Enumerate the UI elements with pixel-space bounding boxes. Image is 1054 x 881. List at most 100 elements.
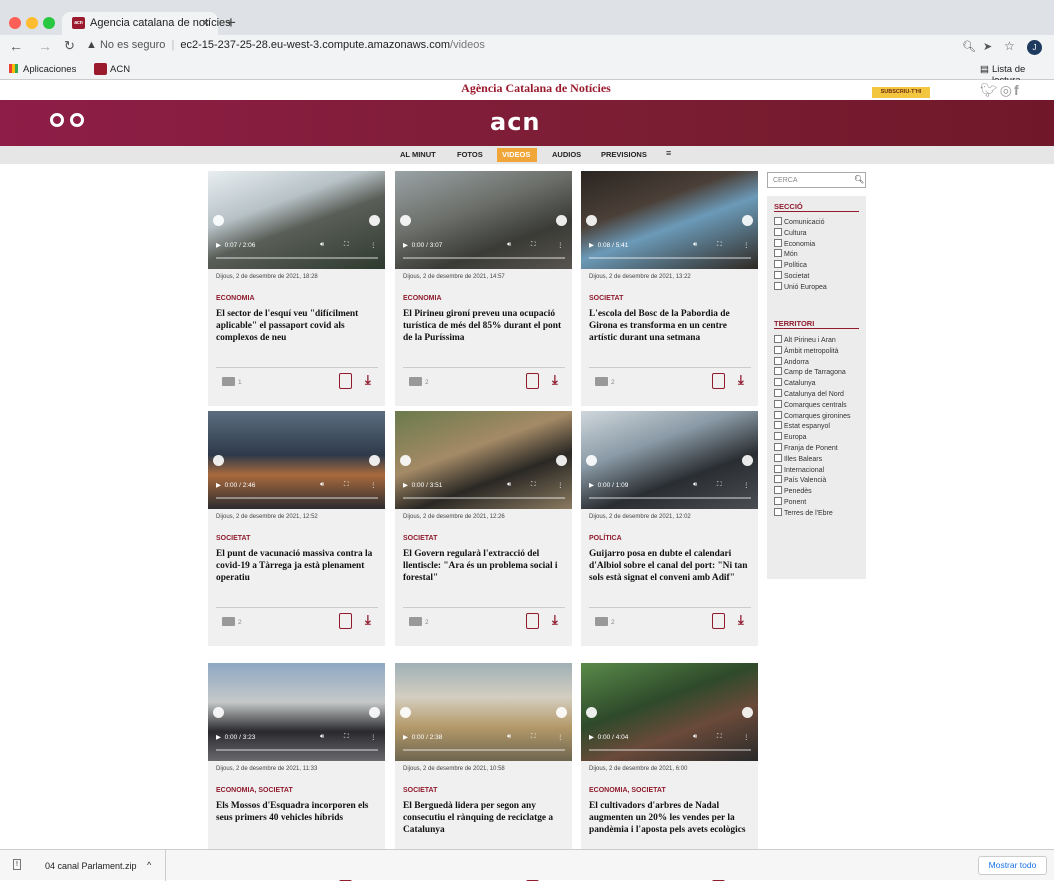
video-progress[interactable] bbox=[589, 257, 751, 259]
video-card[interactable]: ▶ 0:00 / 1:09 🔊︎ ⛶ ⋮ Dijous, 2 de desemb… bbox=[581, 411, 758, 646]
video-progress[interactable] bbox=[216, 497, 378, 499]
send-icon[interactable]: ➤ bbox=[983, 40, 992, 53]
filter-checkbox[interactable]: Ponent bbox=[774, 497, 806, 506]
fullscreen-icon[interactable]: ⛶ bbox=[531, 733, 536, 741]
card-title[interactable]: El sector de l'esquí veu "difícilment ap… bbox=[216, 308, 378, 344]
video-controls[interactable]: ▶ 0:08 / 5:41 bbox=[589, 241, 628, 249]
card-section[interactable]: SOCIETAT bbox=[216, 535, 250, 542]
close-window-dot[interactable] bbox=[9, 17, 21, 29]
download-icon[interactable]: ⤓ bbox=[738, 372, 744, 388]
card-title[interactable]: Els Mossos d'Esquadra incorporen els seu… bbox=[216, 800, 378, 824]
more-options-icon[interactable]: ⋮ bbox=[743, 733, 750, 741]
video-controls[interactable]: ▶ 0:00 / 1:09 bbox=[589, 481, 628, 489]
card-section[interactable]: ECONOMIA, SOCIETAT bbox=[589, 787, 666, 794]
video-thumbnail[interactable]: ▶ 0:00 / 1:09 🔊︎ ⛶ ⋮ bbox=[581, 411, 758, 509]
fullscreen-icon[interactable]: ⛶ bbox=[531, 241, 536, 249]
menu-al-minut[interactable]: AL MINUT bbox=[400, 150, 436, 159]
fullscreen-icon[interactable]: ⛶ bbox=[717, 241, 722, 249]
menu-audios[interactable]: AUDIOS bbox=[552, 150, 581, 159]
filter-checkbox[interactable]: Internacional bbox=[774, 465, 824, 474]
more-options-icon[interactable]: ⋮ bbox=[370, 241, 377, 249]
filter-checkbox[interactable]: Illes Balears bbox=[774, 454, 822, 463]
video-controls[interactable]: ▶ 0:00 / 4:04 bbox=[589, 733, 628, 741]
filter-checkbox[interactable]: Societat bbox=[774, 271, 809, 280]
video-card[interactable]: ▶ 0:00 / 2:46 🔊︎ ⛶ ⋮ Dijous, 2 de desemb… bbox=[208, 411, 385, 646]
fullscreen-icon[interactable]: ⛶ bbox=[344, 241, 349, 249]
carousel-next-icon[interactable] bbox=[369, 215, 380, 226]
card-section[interactable]: ECONOMIA, SOCIETAT bbox=[216, 787, 293, 794]
filter-checkbox[interactable]: Andorra bbox=[774, 357, 809, 366]
carousel-next-icon[interactable] bbox=[742, 215, 753, 226]
filter-checkbox[interactable]: Comarques centrals bbox=[774, 400, 847, 409]
video-card[interactable]: ▶ 0:00 / 3:51 🔊︎ ⛶ ⋮ Dijous, 2 de desemb… bbox=[395, 411, 572, 646]
browser-tab[interactable]: acn Agencia catalana de notícies × bbox=[62, 12, 231, 35]
forward-arrow-icon[interactable]: → bbox=[38, 38, 52, 54]
volume-icon[interactable]: 🔊︎ bbox=[693, 481, 697, 489]
more-options-icon[interactable]: ⋮ bbox=[743, 481, 750, 489]
video-thumbnail[interactable]: ▶ 0:00 / 4:04 🔊︎ ⛶ ⋮ bbox=[581, 663, 758, 761]
filter-checkbox[interactable]: Comarques gironines bbox=[774, 411, 851, 420]
carousel-next-icon[interactable] bbox=[556, 707, 567, 718]
instagram-icon[interactable]: ◎ bbox=[1000, 82, 1014, 98]
twitter-icon[interactable]: 🐦︎ bbox=[980, 82, 1000, 98]
video-thumbnail[interactable]: ▶ 0:00 / 3:51 🔊︎ ⛶ ⋮ bbox=[395, 411, 572, 509]
download-zip-icon[interactable] bbox=[339, 373, 352, 389]
bookmark-star-icon[interactable]: ☆ bbox=[1004, 39, 1015, 53]
volume-icon[interactable]: 🔊︎ bbox=[693, 733, 697, 741]
carousel-next-icon[interactable] bbox=[556, 455, 567, 466]
search-input[interactable]: CERCA 🔍︎ bbox=[767, 172, 866, 188]
menu-previsions[interactable]: PREVISIONS bbox=[601, 150, 647, 159]
video-card[interactable]: ▶ 0:00 / 3:23 🔊︎ ⛶ ⋮ Dijous, 2 de desemb… bbox=[208, 663, 385, 881]
fullscreen-icon[interactable]: ⛶ bbox=[344, 481, 349, 489]
carousel-prev-icon[interactable] bbox=[400, 707, 411, 718]
carousel-prev-icon[interactable] bbox=[213, 215, 224, 226]
chevron-up-icon[interactable]: ^ bbox=[147, 860, 151, 870]
download-icon[interactable]: ⤓ bbox=[552, 372, 558, 388]
video-thumbnail[interactable]: ▶ 0:00 / 2:46 🔊︎ ⛶ ⋮ bbox=[208, 411, 385, 509]
filter-checkbox[interactable]: Penedès bbox=[774, 486, 812, 495]
volume-icon[interactable]: 🔊︎ bbox=[507, 241, 511, 249]
fullscreen-icon[interactable]: ⛶ bbox=[344, 733, 349, 741]
filter-checkbox[interactable]: Catalunya del Nord bbox=[774, 389, 844, 398]
fullscreen-icon[interactable]: ⛶ bbox=[717, 733, 722, 741]
back-arrow-icon[interactable]: ← bbox=[9, 38, 23, 54]
more-options-icon[interactable]: ⋮ bbox=[557, 241, 564, 249]
video-thumbnail[interactable]: ▶ 0:00 / 2:38 🔊︎ ⛶ ⋮ bbox=[395, 663, 572, 761]
more-options-icon[interactable]: ⋮ bbox=[743, 241, 750, 249]
menu-hamburger-icon[interactable]: ≡ bbox=[666, 148, 671, 158]
volume-icon[interactable]: 🔊︎ bbox=[693, 241, 697, 249]
video-thumbnail[interactable]: ▶ 0:07 / 2:06 🔊︎ ⛶ ⋮ bbox=[208, 171, 385, 269]
volume-icon[interactable]: 🔊︎ bbox=[507, 733, 511, 741]
zoom-icon[interactable]: 🔍︎ bbox=[962, 40, 976, 53]
video-thumbnail[interactable]: ▶ 0:08 / 5:41 🔊︎ ⛶ ⋮ bbox=[581, 171, 758, 269]
card-section[interactable]: SOCIETAT bbox=[403, 535, 437, 542]
facebook-icon[interactable]: f bbox=[1014, 82, 1021, 98]
video-card[interactable]: ▶ 0:07 / 2:06 🔊︎ ⛶ ⋮ Dijous, 2 de desemb… bbox=[208, 171, 385, 406]
download-zip-icon[interactable] bbox=[526, 613, 539, 629]
carousel-next-icon[interactable] bbox=[369, 707, 380, 718]
more-options-icon[interactable]: ⋮ bbox=[557, 733, 564, 741]
filter-checkbox[interactable]: Economia bbox=[774, 239, 815, 248]
video-card[interactable]: ▶ 0:00 / 2:38 🔊︎ ⛶ ⋮ Dijous, 2 de desemb… bbox=[395, 663, 572, 881]
download-icon[interactable]: ⤓ bbox=[365, 612, 371, 628]
bookmark-acn[interactable]: ACN bbox=[110, 64, 130, 75]
filter-checkbox[interactable]: Àmbit metropolità bbox=[774, 346, 838, 355]
filter-checkbox[interactable]: Comunicació bbox=[774, 217, 824, 226]
video-progress[interactable] bbox=[403, 497, 565, 499]
carousel-prev-icon[interactable] bbox=[400, 215, 411, 226]
download-icon[interactable]: ⤓ bbox=[552, 612, 558, 628]
download-icon[interactable]: ⤓ bbox=[365, 372, 371, 388]
user-icon[interactable] bbox=[50, 113, 64, 127]
profile-avatar[interactable]: J bbox=[1027, 40, 1042, 55]
video-progress[interactable] bbox=[589, 749, 751, 751]
video-progress[interactable] bbox=[216, 257, 378, 259]
download-zip-icon[interactable] bbox=[712, 373, 725, 389]
video-controls[interactable]: ▶ 0:07 / 2:06 bbox=[216, 241, 255, 249]
menu-fotos[interactable]: FOTOS bbox=[457, 150, 483, 159]
download-zip-icon[interactable] bbox=[526, 373, 539, 389]
filter-checkbox[interactable]: Alt Pirineu i Aran bbox=[774, 335, 836, 344]
video-card[interactable]: ▶ 0:00 / 4:04 🔊︎ ⛶ ⋮ Dijous, 2 de desemb… bbox=[581, 663, 758, 881]
video-thumbnail[interactable]: ▶ 0:00 / 3:07 🔊︎ ⛶ ⋮ bbox=[395, 171, 572, 269]
bookmark-apps[interactable]: Aplicaciones bbox=[23, 64, 76, 75]
filter-checkbox[interactable]: Camp de Tarragona bbox=[774, 367, 846, 376]
